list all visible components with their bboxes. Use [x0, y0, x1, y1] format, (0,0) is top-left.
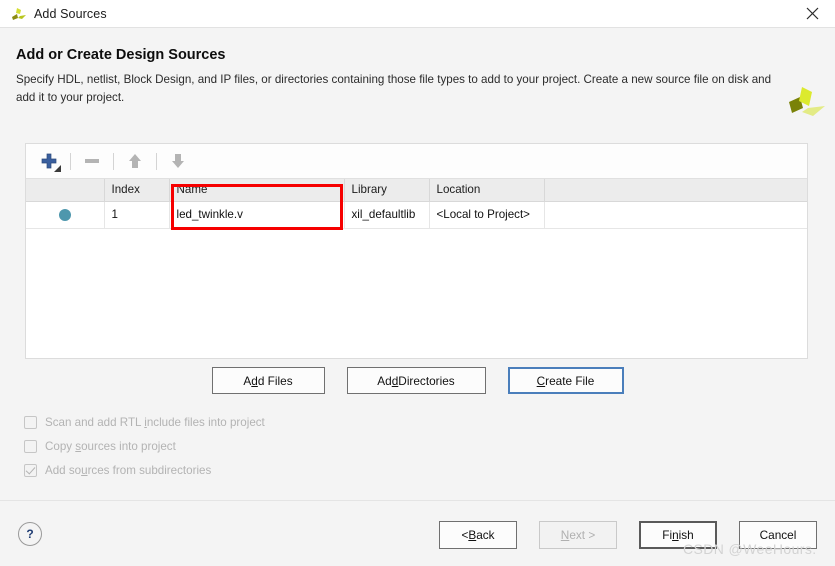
- move-up-button[interactable]: [121, 148, 149, 174]
- source-action-buttons: Add Files Ad d Directories Create File: [0, 367, 835, 394]
- row-filler-cell: [544, 201, 807, 229]
- row-library-cell[interactable]: xil_defaultlib: [344, 201, 430, 229]
- cancel-label: Cancel: [759, 528, 797, 542]
- finish-label-pre: Fi: [662, 528, 673, 542]
- back-label-post: ack: [476, 528, 495, 542]
- move-down-button[interactable]: [164, 148, 192, 174]
- toolbar-divider: [70, 152, 71, 170]
- finish-label-post: ish: [678, 528, 694, 542]
- page-title: Add or Create Design Sources: [16, 47, 226, 63]
- cancel-button[interactable]: Cancel: [739, 521, 817, 549]
- close-icon[interactable]: [789, 0, 835, 27]
- option-scan-label-pre: Scan and add RTL: [45, 415, 145, 429]
- remove-source-button[interactable]: [78, 148, 106, 174]
- sources-panel: Index Name Library Location 1 led_twinkl…: [25, 143, 808, 359]
- back-label-pre: <: [461, 528, 469, 542]
- checkbox-copy-sources[interactable]: [24, 439, 37, 453]
- row-name-cell[interactable]: led_twinkle.v: [169, 201, 345, 229]
- option-copy-label-pre: Copy: [45, 439, 76, 453]
- option-subdir-label-post: rces from subdirectories: [87, 463, 212, 477]
- dialog-header: Add or Create Design Sources Specify HDL…: [0, 28, 835, 128]
- column-header-library[interactable]: Library: [344, 179, 430, 202]
- option-subdir-label-pre: Add so: [45, 463, 82, 477]
- footer-divider: [0, 500, 835, 501]
- add-directories-button[interactable]: Ad d Directories: [346, 367, 486, 394]
- column-header-name[interactable]: Name: [169, 179, 345, 202]
- add-dirs-label-pre: Ad: [377, 373, 392, 388]
- blue-dot-icon: [58, 208, 71, 221]
- create-file-label-post: reate File: [545, 373, 595, 388]
- toolbar-divider: [113, 152, 114, 170]
- sources-toolbar: [26, 144, 807, 179]
- options-group: Scan and add RTL include files into proj…: [24, 410, 424, 482]
- checkbox-add-subdirectories[interactable]: [24, 463, 37, 477]
- row-status-cell: [26, 201, 105, 229]
- add-dirs-label-post: Directories: [398, 373, 455, 388]
- page-description: Specify HDL, netlist, Block Design, and …: [16, 73, 772, 104]
- option-copy-label-post: ources into project: [81, 439, 176, 453]
- add-files-button[interactable]: Add Files: [211, 367, 325, 394]
- back-mnemonic: B: [468, 528, 477, 542]
- sources-table: Index Name Library Location 1 led_twinkl…: [26, 179, 807, 229]
- option-scan-label-post: nclude files into project: [146, 415, 265, 429]
- add-files-label-post: d Files: [257, 373, 293, 388]
- row-index-cell: 1: [104, 201, 170, 229]
- column-header-location[interactable]: Location: [429, 179, 545, 202]
- add-files-label-pre: A: [243, 373, 252, 388]
- xilinx-logo-icon: [783, 82, 827, 126]
- table-row[interactable]: 1 led_twinkle.v xil_defaultlib <Local to…: [26, 201, 807, 229]
- row-location-cell[interactable]: <Local to Project>: [429, 201, 545, 229]
- create-file-mnemonic: C: [536, 373, 546, 388]
- option-add-subdirectories[interactable]: Add sources from subdirectories: [24, 458, 424, 482]
- option-copy-sources[interactable]: Copy sources into project: [24, 434, 424, 458]
- help-button[interactable]: ?: [18, 522, 42, 546]
- column-header-index[interactable]: Index: [104, 179, 170, 202]
- next-mnemonic: N: [560, 528, 570, 542]
- create-file-button[interactable]: Create File: [507, 367, 624, 394]
- window-titlebar: Add Sources: [0, 0, 835, 28]
- next-button: Next >: [539, 521, 617, 549]
- next-label-post: ext >: [569, 528, 596, 542]
- back-button[interactable]: < Back: [439, 521, 517, 549]
- column-header-filler: [544, 179, 807, 202]
- wizard-navigation-buttons: < Back Next > Fi n ish Cancel: [439, 521, 817, 549]
- vivado-logo-icon: [10, 5, 28, 23]
- column-header-status[interactable]: [26, 179, 105, 202]
- option-scan-rtl-include[interactable]: Scan and add RTL include files into proj…: [24, 410, 424, 434]
- toolbar-divider: [156, 152, 157, 170]
- checkbox-scan-rtl-include[interactable]: [24, 415, 37, 429]
- add-source-button[interactable]: [35, 148, 63, 174]
- chevron-down-icon: [54, 165, 61, 172]
- window-title: Add Sources: [34, 6, 107, 21]
- finish-button[interactable]: Fi n ish: [639, 521, 717, 549]
- table-header-row: Index Name Library Location: [26, 179, 807, 202]
